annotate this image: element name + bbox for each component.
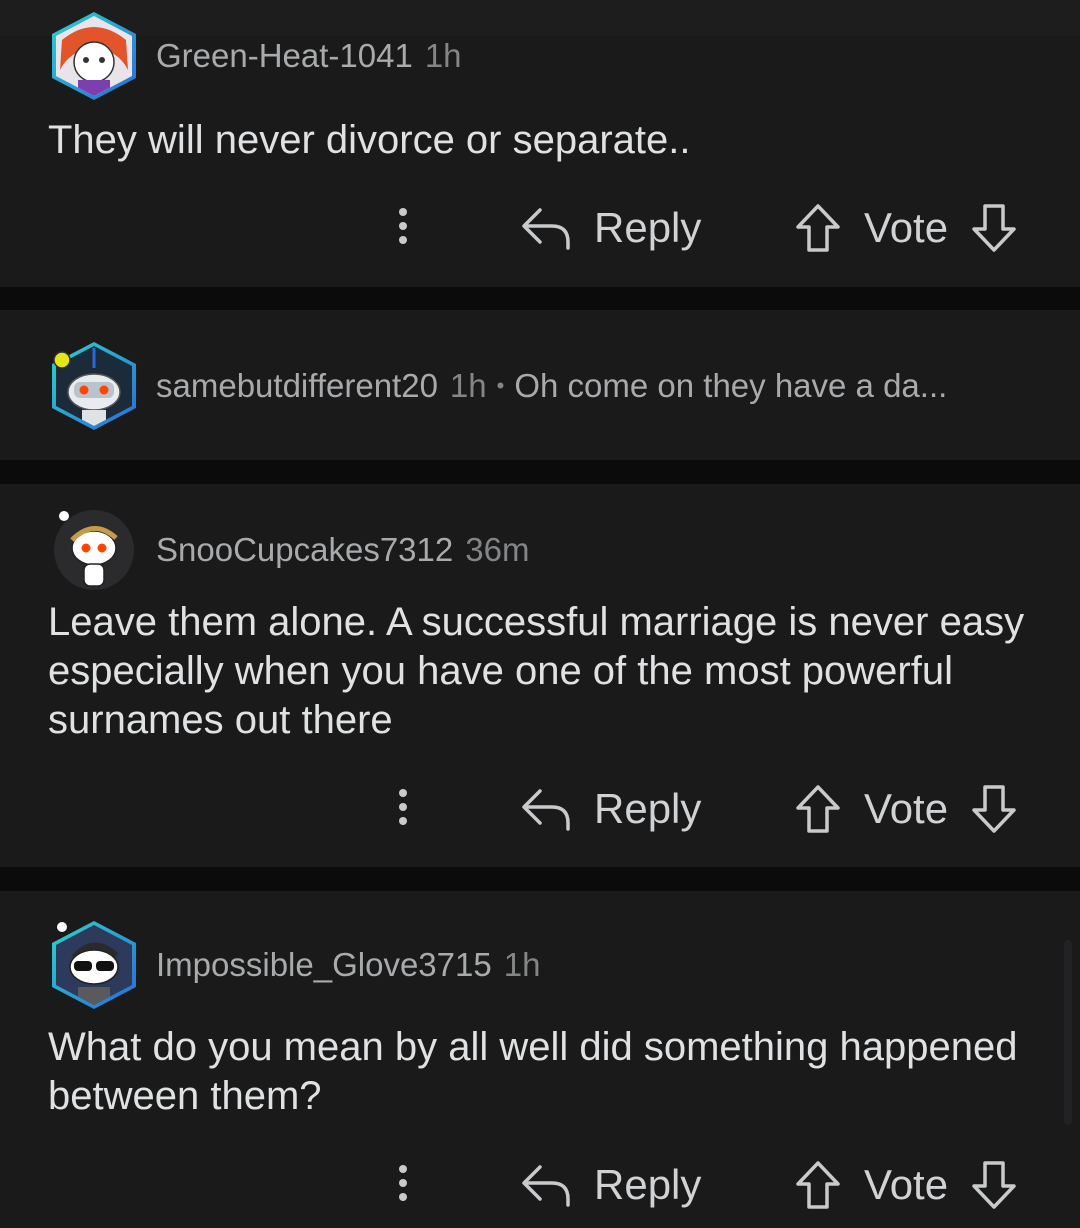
reply-button[interactable]: Reply (520, 779, 701, 839)
comment-header: Green-Heat-1041 1h (48, 10, 462, 102)
collapsed-comment-card[interactable]: samebutdifferent20 1h • Oh come on they … (0, 310, 1080, 460)
comment-card: Green-Heat-1041 1h They will never divor… (0, 12, 1080, 287)
username[interactable]: samebutdifferent20 (156, 367, 438, 405)
reply-label: Reply (594, 1161, 702, 1208)
more-options-icon[interactable] (390, 779, 416, 839)
comment-card: SnooCupcakes7312 36m Leave them alone. A… (0, 484, 1080, 867)
downvote-icon[interactable] (970, 1160, 1018, 1210)
reply-button[interactable]: Reply (520, 198, 701, 258)
upvote-icon[interactable] (794, 1160, 842, 1210)
timestamp: 1h (449, 367, 487, 404)
reply-label: Reply (594, 204, 702, 251)
vote-controls: Vote (794, 198, 1018, 258)
vote-label: Vote (864, 204, 949, 251)
comment-header: Impossible_Glove3715 1h (48, 919, 540, 1011)
username[interactable]: Green-Heat-1041 (156, 37, 413, 75)
downvote-icon[interactable] (970, 784, 1018, 834)
vote-label: Vote (864, 1161, 949, 1208)
anime-girl-avatar-icon[interactable] (48, 10, 140, 102)
robot-snoo-avatar-icon[interactable] (48, 340, 140, 432)
vote-controls: Vote (794, 779, 1018, 839)
comment-actions: Reply Vote (0, 198, 1080, 258)
timestamp: 1h (424, 37, 462, 74)
username[interactable]: SnooCupcakes7312 (156, 531, 453, 569)
timestamp: 36m (465, 531, 530, 568)
more-options-icon[interactable] (390, 1155, 416, 1215)
upvote-icon[interactable] (794, 203, 842, 253)
comment-text: Leave them alone. A successful marriage … (48, 600, 1025, 742)
timestamp: 1h (503, 946, 541, 983)
comment-actions: Reply Vote (0, 779, 1080, 839)
more-options-icon[interactable] (390, 198, 416, 258)
separator-dot: • (496, 373, 505, 398)
upvote-icon[interactable] (794, 784, 842, 834)
scrollbar[interactable] (1064, 940, 1072, 1125)
reply-icon (522, 208, 570, 250)
reply-icon (522, 789, 570, 831)
comment-text: What do you mean by all well did somethi… (48, 1025, 1018, 1118)
downvote-icon[interactable] (970, 203, 1018, 253)
sunglasses-snoo-avatar-icon[interactable] (48, 919, 140, 1011)
collapsed-preview-text: Oh come on they have a da... (514, 367, 948, 404)
reply-icon (522, 1165, 570, 1207)
vote-controls: Vote (794, 1155, 1018, 1215)
reply-button[interactable]: Reply (520, 1155, 701, 1215)
comment-header: samebutdifferent20 1h • Oh come on they … (48, 340, 947, 432)
snoo-avatar-icon[interactable] (48, 504, 140, 596)
comment-actions: Reply Vote (0, 1155, 1080, 1215)
username[interactable]: Impossible_Glove3715 (156, 946, 492, 984)
comment-card: Impossible_Glove3715 1h What do you mean… (0, 891, 1080, 1228)
reply-label: Reply (594, 785, 702, 832)
comment-text: They will never divorce or separate.. (48, 118, 691, 162)
vote-label: Vote (864, 785, 949, 832)
comment-header: SnooCupcakes7312 36m (48, 504, 529, 596)
